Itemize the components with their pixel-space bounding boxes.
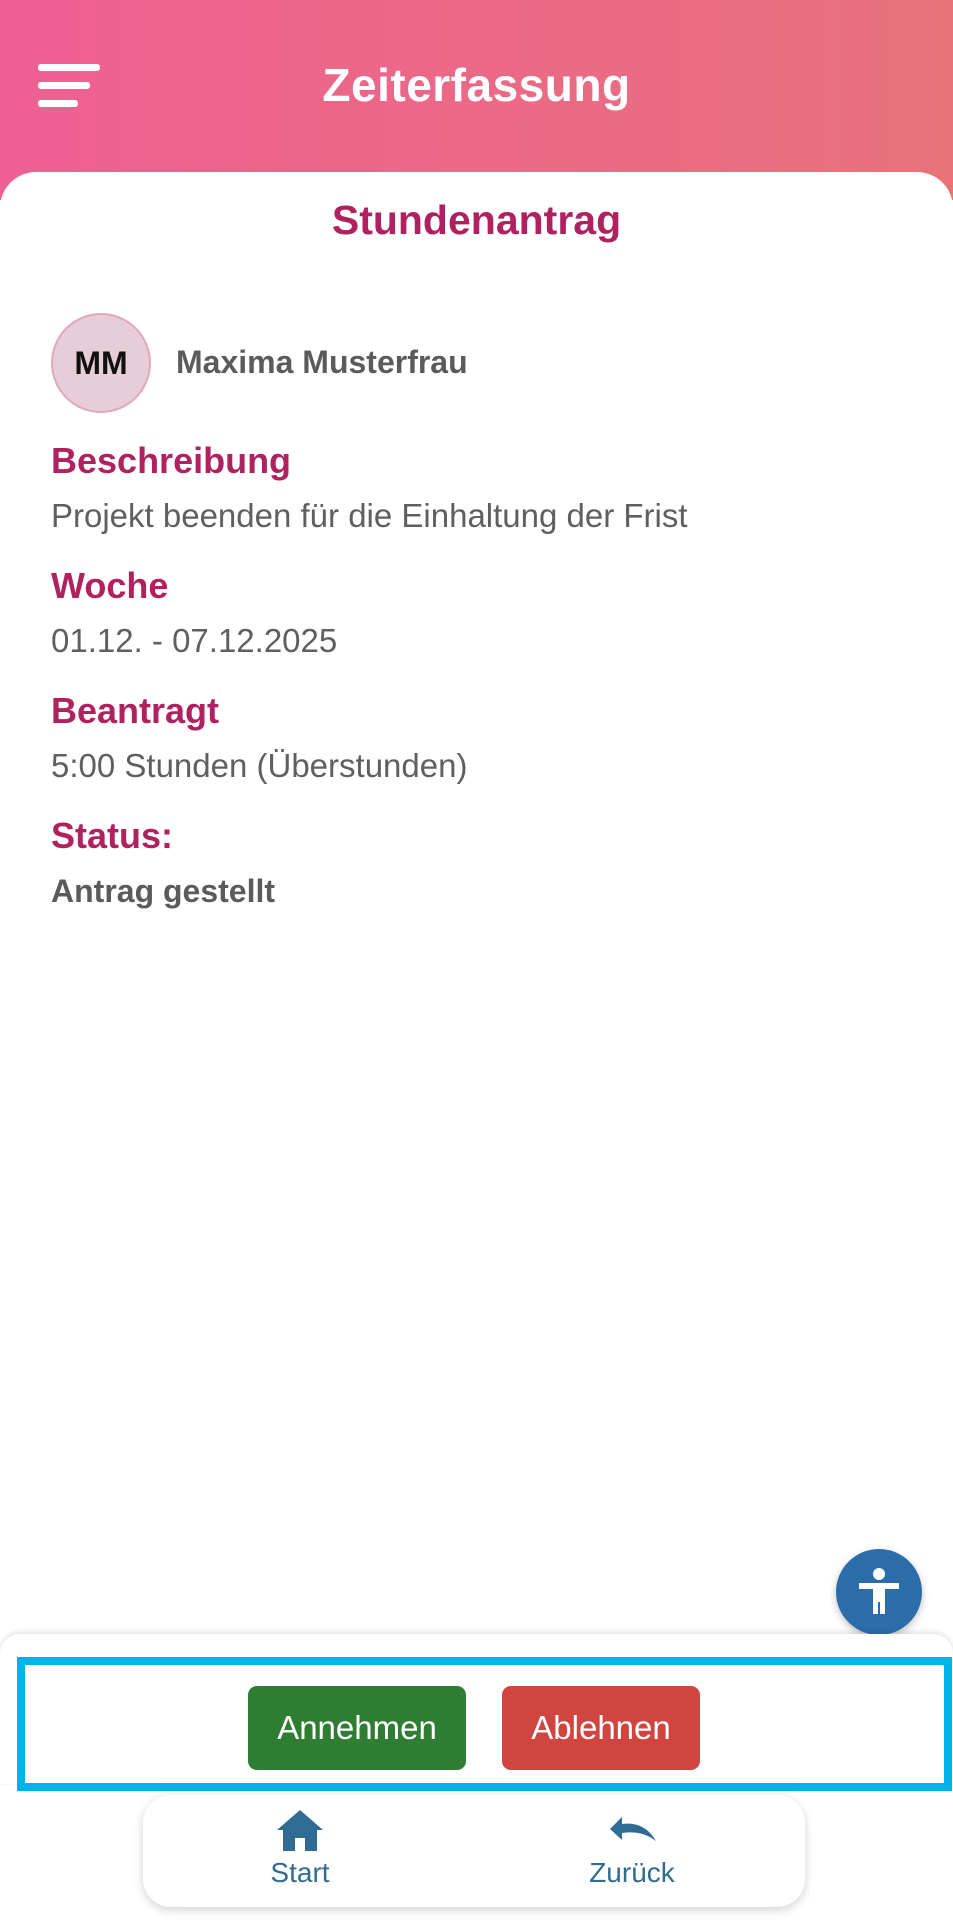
undo-icon — [610, 1817, 656, 1841]
accessibility-button[interactable] — [836, 1549, 922, 1635]
nav-back-label: Zurück — [589, 1857, 675, 1888]
status-label: Status: — [51, 815, 174, 856]
accept-button[interactable]: Annehmen — [248, 1686, 466, 1770]
requested-value: 5:00 Stunden (Überstunden) — [51, 747, 468, 784]
bottom-nav: Start Zurück — [143, 1795, 805, 1907]
nav-start-label: Start — [270, 1857, 330, 1888]
request-card: Stundenantrag MM Maxima Musterfrau Besch… — [0, 172, 953, 1632]
week-value: 01.12. - 07.12.2025 — [51, 622, 338, 659]
action-highlight — [17, 1657, 952, 1791]
description-value: Projekt beenden für die Einhaltung der F… — [51, 497, 688, 534]
requested-label: Beantragt — [51, 690, 220, 731]
week-label: Woche — [51, 565, 169, 606]
nav-back[interactable]: Zurück — [552, 1807, 712, 1897]
reject-button[interactable]: Ablehnen — [502, 1686, 700, 1770]
user-name: Maxima Musterfrau — [176, 344, 468, 380]
app-title: Zeiterfassung — [322, 59, 631, 111]
nav-start[interactable]: Start — [220, 1807, 380, 1897]
accessibility-icon — [859, 1568, 899, 1614]
page-title: Stundenantrag — [331, 197, 622, 243]
app-header: Zeiterfassung — [0, 0, 953, 200]
description-label: Beschreibung — [51, 440, 292, 481]
home-icon — [277, 1810, 323, 1851]
avatar: MM — [51, 313, 151, 413]
status-value: Antrag gestellt — [51, 873, 276, 909]
